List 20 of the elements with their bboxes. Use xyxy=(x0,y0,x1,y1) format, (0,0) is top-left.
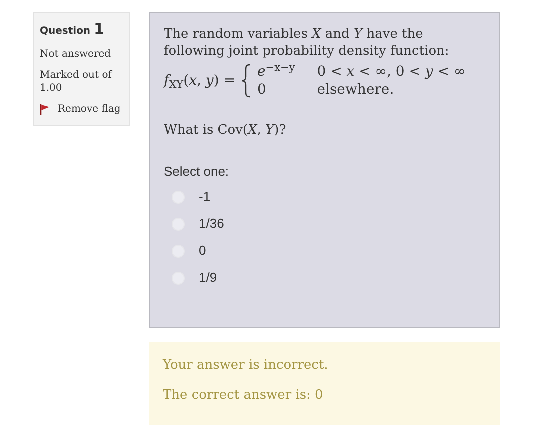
case-expression: e$^{−x−y}$ xyxy=(257,62,296,81)
question-text: The random variables X and Y have the following joint probability density function: xyxy=(164,27,450,61)
question-number: Question 1 xyxy=(40,20,106,40)
case-expression: 0 xyxy=(257,80,268,100)
correct-answer-text: The correct answer is: 0 xyxy=(163,386,324,404)
option-label: -1 xyxy=(199,188,211,206)
marks-text: Marked out of 1.00 xyxy=(40,68,114,94)
case-condition: 0 < x < ∞, 0 < y < ∞ xyxy=(317,62,466,81)
option-label: 0 xyxy=(199,242,206,260)
remove-flag-link[interactable]: Remove flag xyxy=(40,102,123,116)
option-label: 1/9 xyxy=(199,270,218,286)
option-label: 1/36 xyxy=(199,216,224,233)
answer-status: Not answered xyxy=(40,48,112,60)
formula-lhs: f$_{XY}$(x, y) = xyxy=(164,72,236,90)
flag-icon xyxy=(40,104,50,114)
feedback-verdict: Your answer is incorrect. xyxy=(163,357,330,375)
select-label: Select one: xyxy=(164,164,230,181)
curly-brace-icon xyxy=(241,64,252,98)
case-condition: elsewhere. xyxy=(317,80,396,100)
question-prompt: What is Cov(X, Y)? xyxy=(164,123,288,140)
